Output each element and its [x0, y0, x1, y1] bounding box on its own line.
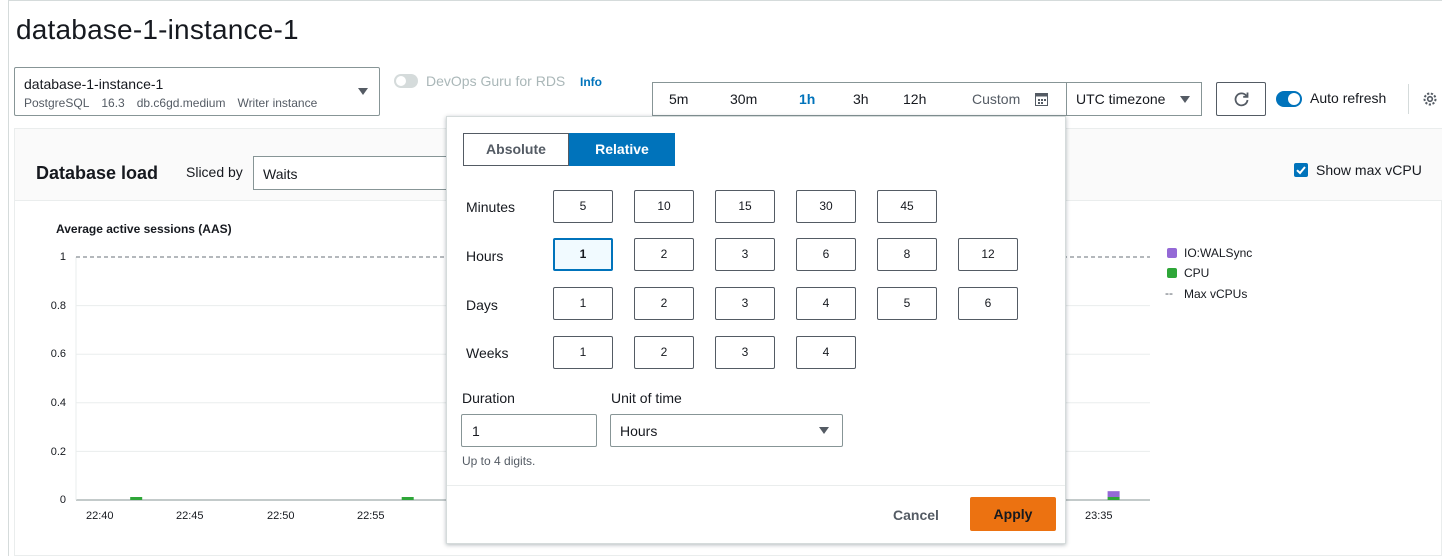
divider	[447, 485, 1065, 486]
unit-of-time-value: Hours	[620, 423, 658, 439]
minutes-option[interactable]: 45	[877, 190, 937, 223]
minutes-option[interactable]: 5	[553, 190, 613, 223]
hours-option[interactable]: 12	[958, 238, 1018, 271]
days-option[interactable]: 6	[958, 287, 1018, 320]
duration-input[interactable]: 1	[461, 414, 597, 447]
bar-cpu	[1107, 497, 1120, 500]
weeks-option[interactable]: 3	[715, 336, 775, 369]
y-tick-label: 1	[59, 251, 66, 263]
hours-option[interactable]: 2	[634, 238, 694, 271]
row-label-weeks: Weeks	[466, 345, 509, 361]
y-tick-label: 0	[59, 494, 66, 506]
hours-option[interactable]: 6	[796, 238, 856, 271]
legend-swatch-cpu	[1167, 268, 1177, 278]
time-range-dropdown: Absolute Relative Minutes 5 10 15 30 45 …	[446, 116, 1066, 544]
days-option[interactable]: 3	[715, 287, 775, 320]
row-label-hours: Hours	[466, 248, 504, 264]
hours-option-selected[interactable]: 1	[553, 238, 613, 271]
row-label-minutes: Minutes	[466, 199, 516, 215]
y-tick-label: 0.8	[50, 300, 66, 312]
legend-label: IO:WALSync	[1184, 246, 1253, 260]
y-tick-label: 0.4	[50, 397, 66, 409]
cancel-button[interactable]: Cancel	[893, 507, 939, 523]
duration-hint: Up to 4 digits.	[462, 454, 536, 468]
y-tick-label: 0.2	[50, 446, 66, 458]
hours-option[interactable]: 8	[877, 238, 937, 271]
bar-cpu	[401, 497, 414, 500]
hours-option[interactable]: 3	[715, 238, 775, 271]
x-tick-label: 22:40	[86, 510, 114, 522]
days-option[interactable]: 1	[553, 287, 613, 320]
days-option[interactable]: 5	[877, 287, 937, 320]
bar-cpu	[130, 497, 143, 500]
legend-swatch-io-walsync	[1167, 248, 1177, 258]
duration-label: Duration	[462, 390, 515, 406]
days-option[interactable]: 2	[634, 287, 694, 320]
legend-dash-icon: --	[1165, 286, 1173, 300]
x-tick-label: 23:35	[1085, 510, 1113, 522]
weeks-option[interactable]: 2	[634, 336, 694, 369]
duration-value: 1	[472, 423, 480, 439]
legend-label: CPU	[1184, 266, 1210, 280]
unit-of-time-select[interactable]: Hours	[610, 414, 843, 447]
days-option[interactable]: 4	[796, 287, 856, 320]
weeks-option[interactable]: 4	[796, 336, 856, 369]
apply-button[interactable]: Apply	[970, 497, 1056, 531]
chevron-down-icon	[819, 427, 829, 434]
minutes-option[interactable]: 10	[634, 190, 694, 223]
minutes-option[interactable]: 30	[796, 190, 856, 223]
unit-of-time-label: Unit of time	[611, 390, 682, 406]
bar-io-walsync	[1107, 491, 1120, 497]
x-tick-label: 22:45	[176, 510, 204, 522]
mode-absolute[interactable]: Absolute	[463, 133, 569, 166]
weeks-option[interactable]: 1	[553, 336, 613, 369]
minutes-option[interactable]: 15	[715, 190, 775, 223]
mode-relative[interactable]: Relative	[569, 133, 675, 166]
row-label-days: Days	[466, 297, 498, 313]
x-tick-label: 22:50	[267, 510, 295, 522]
x-tick-label: 22:55	[357, 510, 385, 522]
legend-label: Max vCPUs	[1184, 287, 1248, 301]
y-tick-label: 0.6	[50, 348, 66, 360]
